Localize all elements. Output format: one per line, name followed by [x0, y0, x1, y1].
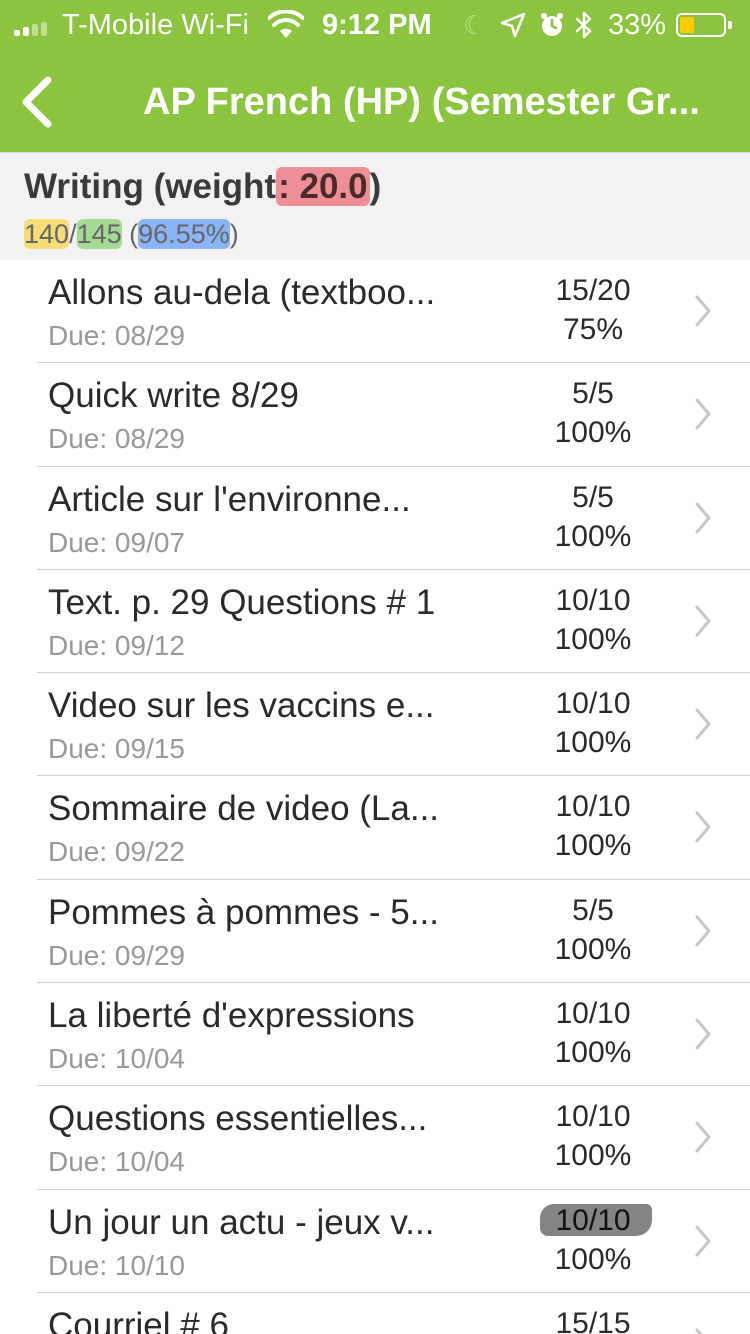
assignment-row[interactable]: La liberté d'expressions Due: 10/04 10/1… [0, 983, 750, 1087]
chevron-right-icon [695, 915, 711, 947]
assignment-score: 5/5 [572, 480, 614, 514]
points-possible: 145 [76, 219, 122, 249]
assignment-list: Allons au-dela (textboo... Due: 08/29 15… [0, 260, 750, 1334]
category-percent: 96.55% [138, 219, 230, 249]
assignment-score: 15/15 [555, 1306, 631, 1334]
assignment-name: Article sur l'environne... [48, 479, 411, 519]
assignment-due: Due: 10/10 [48, 1249, 185, 1281]
assignment-score: 10/10 [555, 790, 631, 824]
assignment-score: 5/5 [572, 893, 614, 927]
assignment-percent: 100% [554, 1036, 632, 1070]
assignment-name: Allons au-dela (textboo... [48, 273, 436, 312]
percent-open: ( [121, 219, 139, 249]
assignment-row[interactable]: Text. p. 29 Questions # 1 Due: 09/12 10/… [0, 570, 750, 674]
back-button[interactable] [16, 74, 60, 130]
assignment-percent: 100% [554, 829, 632, 863]
category-weight: : 20.0 [276, 167, 370, 206]
assignment-percent: 100% [554, 519, 632, 553]
battery-icon [676, 13, 732, 37]
top-bar: T-Mobile Wi-Fi 9:12 PM ☾ 33% AP French (… [0, 0, 750, 152]
status-time: 9:12 PM [322, 9, 432, 41]
category-title-close: ) [369, 167, 382, 206]
assignment-row[interactable]: Allons au-dela (textboo... Due: 08/29 15… [0, 260, 750, 364]
assignment-name: Questions essentielles... [48, 1099, 428, 1139]
chevron-right-icon [695, 1018, 711, 1050]
assignment-row[interactable]: Sommaire de video (La... Due: 09/22 10/1… [0, 776, 750, 881]
assignment-name: Pommes à pommes - 5... [48, 892, 439, 932]
status-bar: T-Mobile Wi-Fi 9:12 PM ☾ 33% [0, 0, 750, 50]
chevron-right-icon [695, 295, 711, 327]
page-title: AP French (HP) (Semester Gr... [143, 81, 700, 123]
chevron-right-icon [695, 502, 711, 534]
assignment-due: Due: 08/29 [48, 320, 185, 351]
assignment-percent: 100% [554, 622, 632, 656]
assignment-due: Due: 08/29 [48, 423, 185, 455]
assignment-percent: 100% [554, 1242, 632, 1276]
assignment-percent: 100% [554, 1139, 632, 1173]
alarm-icon [541, 13, 563, 36]
assignment-row[interactable]: Un jour un actu - jeux v... Due: 10/10 1… [0, 1190, 750, 1294]
category-header: Writing (weight: 20.0) 140/145 (96.55%) [0, 152, 750, 260]
bluetooth-icon [575, 11, 592, 39]
assignment-row[interactable]: Questions essentielles... Due: 10/04 10/… [0, 1086, 750, 1190]
chevron-right-icon [695, 811, 711, 843]
assignment-due: Due: 09/07 [48, 526, 185, 558]
percent-close: ) [229, 219, 239, 249]
assignment-percent: 100% [554, 726, 632, 760]
assignment-score: 10/10 [555, 1100, 631, 1134]
assignment-score: 10/10 [555, 1203, 631, 1237]
chevron-right-icon [695, 708, 711, 740]
assignment-score: 10/10 [555, 583, 631, 617]
assignment-due: Due: 09/15 [48, 733, 185, 765]
chevron-right-icon [695, 398, 711, 430]
assignment-name: Sommaire de video (La... [48, 789, 440, 829]
assignment-score: 10/10 [555, 687, 631, 721]
battery-percent: 33% [608, 9, 667, 41]
category-stats: 140/145 (96.55%) [24, 217, 239, 251]
points-earned: 140 [24, 219, 70, 249]
assignment-row[interactable]: Courriel # 6 15/15 [0, 1293, 750, 1334]
assignment-due: Due: 10/04 [48, 1043, 185, 1075]
assignment-percent: 100% [554, 932, 632, 966]
assignment-percent: 75% [562, 313, 624, 346]
assignment-score: 5/5 [572, 377, 614, 411]
points-slash: / [69, 219, 77, 249]
assignment-percent: 100% [554, 416, 632, 450]
assignment-due: Due: 09/29 [48, 939, 185, 971]
assignment-due: Due: 10/04 [48, 1146, 185, 1178]
chevron-right-icon [695, 605, 711, 637]
carrier-label: T-Mobile Wi-Fi [62, 9, 249, 41]
assignment-name: La liberté d'expressions [48, 996, 415, 1036]
assignment-name: Un jour un actu - jeux v... [48, 1202, 435, 1242]
assignment-due: Due: 09/12 [48, 629, 185, 661]
chevron-right-icon [695, 1121, 711, 1153]
category-name: Writing (weight [24, 167, 277, 206]
assignment-score: 10/10 [555, 997, 631, 1031]
assignment-name: Quick write 8/29 [48, 376, 299, 416]
chevron-right-icon [695, 1328, 703, 1334]
assignment-row[interactable]: Video sur les vaccins e... Due: 09/15 10… [0, 673, 750, 777]
assignment-due: Due: 09/22 [48, 836, 185, 868]
chevron-right-icon [695, 1225, 711, 1257]
category-title: Writing (weight: 20.0) [24, 167, 381, 207]
assignment-name: Text. p. 29 Questions # 1 [48, 582, 436, 622]
assignment-score: 15/20 [555, 274, 631, 307]
assignment-row[interactable]: Quick write 8/29 Due: 08/29 5/5 100% [0, 363, 750, 467]
moon-icon: ☾ [463, 10, 487, 40]
wifi-icon [268, 10, 304, 38]
assignment-name: Courriel # 6 [48, 1305, 229, 1334]
assignment-name: Video sur les vaccins e... [48, 686, 435, 726]
assignment-row[interactable]: Pommes à pommes - 5... Due: 09/29 5/5 10… [0, 880, 750, 984]
location-arrow-icon [500, 12, 526, 38]
assignment-row[interactable]: Article sur l'environne... Due: 09/07 5/… [0, 467, 750, 571]
